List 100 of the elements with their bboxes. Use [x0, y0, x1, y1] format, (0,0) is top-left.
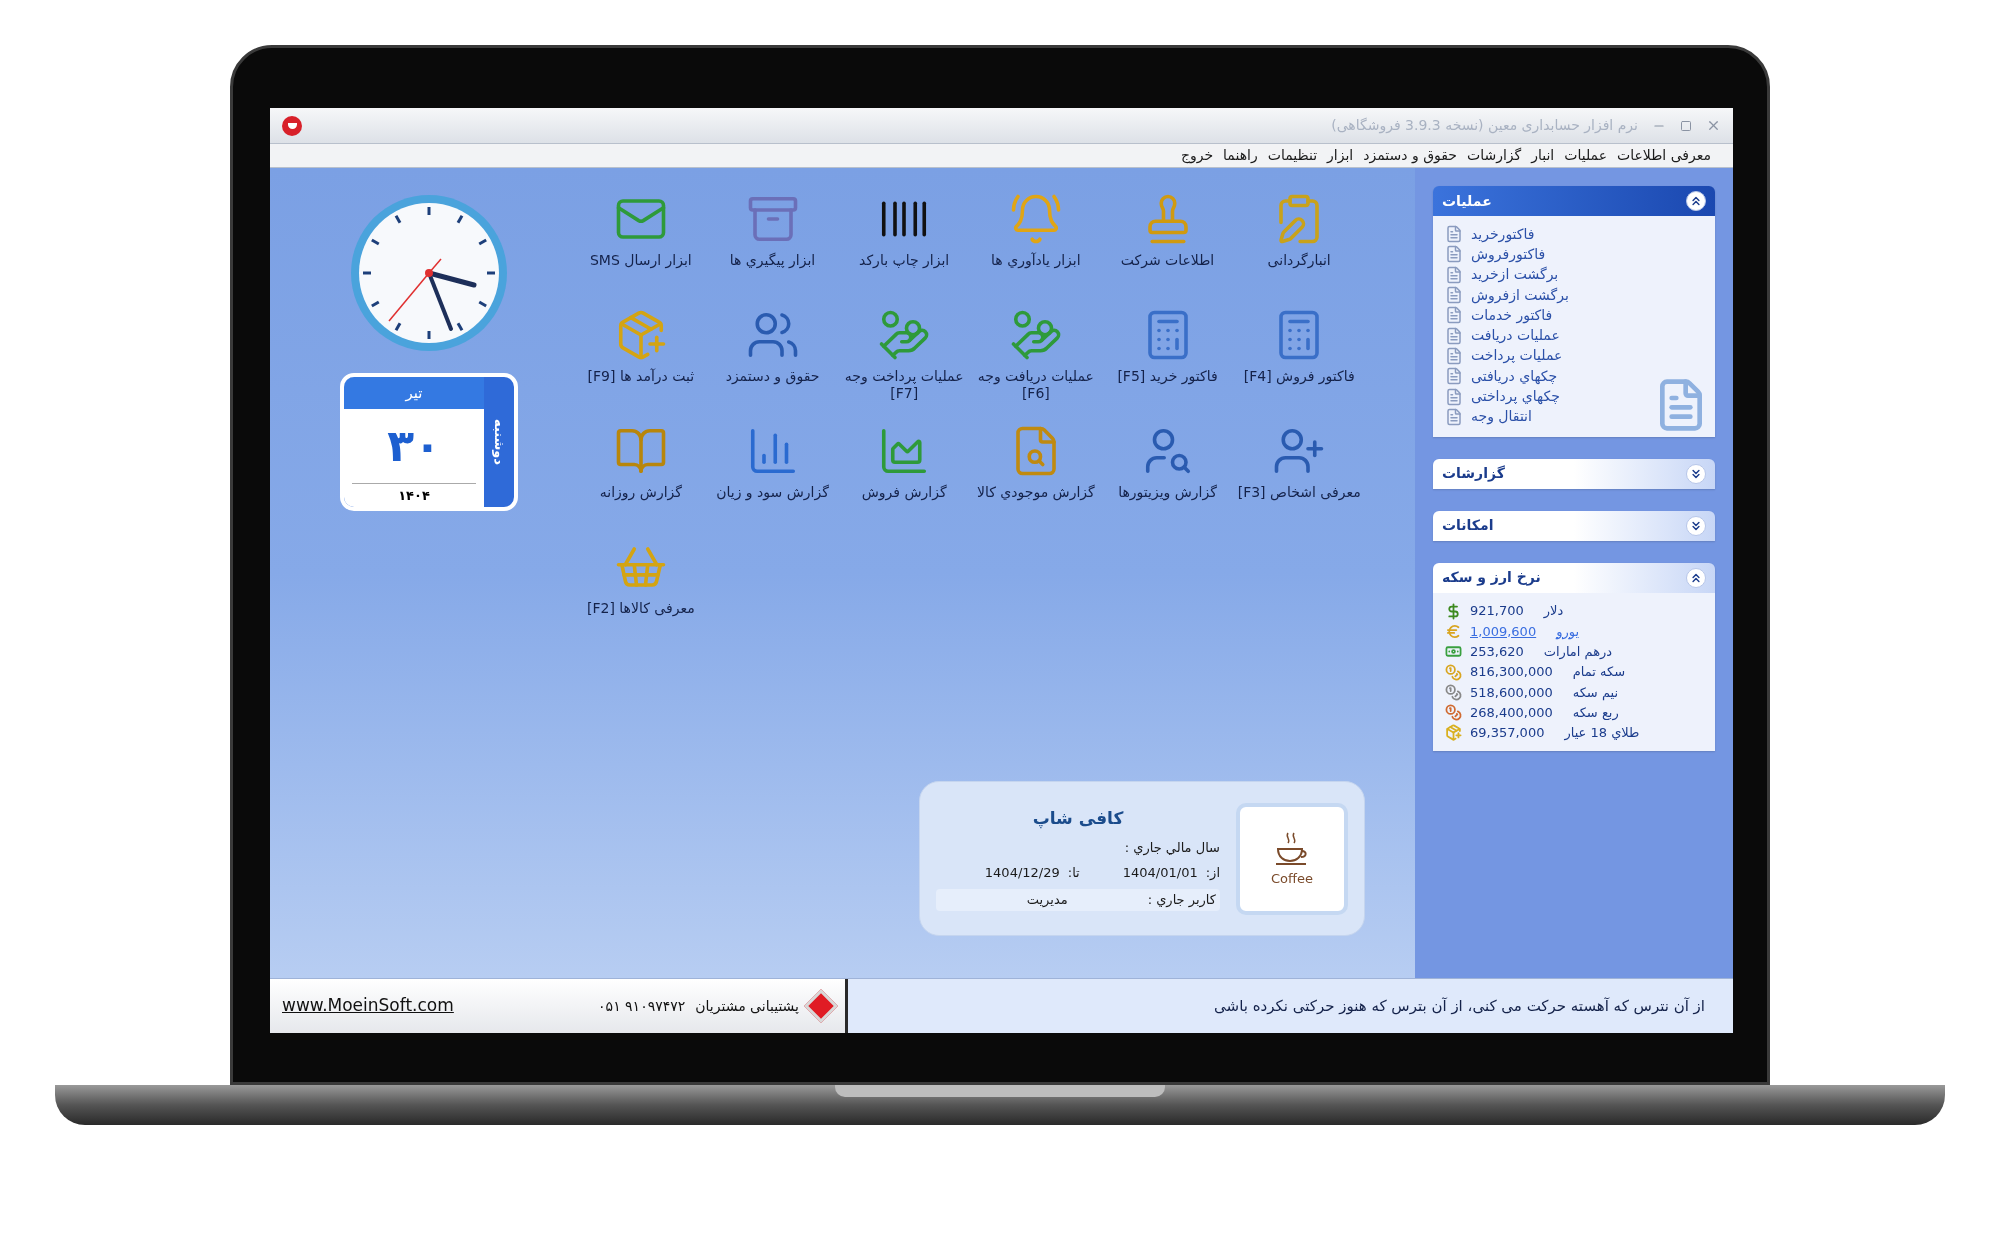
shortcut-item[interactable]: گزارش فروش — [838, 420, 970, 536]
panel-header[interactable]: امکانات — [1433, 510, 1715, 541]
panel-link[interactable]: فاکتورفروش — [1471, 243, 1546, 265]
shortcut-item[interactable]: ابزار پیگیري ها — [706, 188, 839, 304]
panel-title: نرخ ارز و سکه — [1442, 568, 1541, 588]
shortcut-item[interactable]: ابزار چاپ بارکد — [838, 188, 970, 304]
menu-item[interactable]: راهنما — [1223, 145, 1258, 166]
rate-value: 69,357,000 — [1470, 724, 1545, 743]
shortcut-item[interactable]: گزارش روزانه — [575, 420, 707, 536]
to-date: 1404/12/29 — [984, 864, 1060, 883]
panel-header[interactable]: عملیات — [1433, 186, 1715, 216]
rate-name: ربع سکه — [1572, 703, 1619, 723]
shortcut-label: اطلاعات شرکت — [1119, 252, 1216, 269]
rate-value: 921,700 — [1470, 602, 1524, 621]
shortcut-item[interactable]: عملیات دریافت وجه [F6] — [970, 304, 1102, 420]
shortcut-label: فاکتور خرید [F5] — [1116, 368, 1219, 385]
collapse-icon[interactable] — [1686, 191, 1706, 211]
user-label: کاربر جاري : — [1147, 891, 1216, 910]
shortcut-label: عملیات دریافت وجه [F6] — [976, 368, 1095, 402]
collapse-icon[interactable] — [1686, 567, 1706, 588]
calendar-day: ۳۰ — [344, 409, 484, 483]
shortcut-label: گزارش فروش — [860, 484, 948, 501]
panel-link[interactable]: چکهاي پرداختی — [1471, 386, 1560, 408]
shortcut-item[interactable]: فاکتور فروش [F4] — [1233, 304, 1365, 420]
menu-item[interactable]: معرفی اطلاعات — [1617, 145, 1711, 166]
to-label: تا: — [1067, 864, 1080, 883]
maximize-icon[interactable] — [1680, 119, 1692, 132]
coins-icon — [1445, 683, 1462, 701]
rate-value: 253,620 — [1470, 642, 1524, 661]
shortcut-item[interactable]: حقوق و دستمزد — [706, 304, 839, 420]
panel-header[interactable]: گزارشات — [1433, 458, 1715, 489]
menu-item[interactable]: عملیات — [1564, 145, 1607, 166]
shortcut-item[interactable]: گزارش موجودي کالا — [970, 420, 1102, 536]
shortcut-item[interactable]: ثبت درآمد ها [F9] — [575, 304, 707, 420]
calendar-month: تیر — [344, 377, 484, 409]
menu-item[interactable]: تنظیمات — [1267, 145, 1318, 166]
rate-value: 816,300,000 — [1470, 663, 1553, 682]
expand-icon[interactable] — [1686, 463, 1706, 484]
shortcut-item[interactable]: عملیات پرداخت وجه [F7] — [838, 304, 970, 420]
panel-link[interactable]: فاکتور خدمات — [1471, 304, 1553, 326]
panel-link[interactable]: برگشت ازفروش — [1471, 284, 1569, 306]
shortcut-item[interactable]: معرفی اشخاص [F3] — [1233, 420, 1365, 536]
shortcut-item[interactable]: ابزار ارسال SMS — [575, 188, 707, 304]
menu-item[interactable]: گزارشات — [1467, 145, 1522, 166]
shortcut-label: گزارش سود و زیان — [715, 484, 830, 501]
document-icon — [1445, 407, 1463, 426]
logo-text: Coffee — [1271, 869, 1313, 888]
shortcut-label: گزارش روزانه — [598, 484, 683, 501]
shortcut-item[interactable]: معرفی کالاها [F2] — [575, 536, 707, 652]
panel-link[interactable]: فاکتورخرید — [1471, 223, 1535, 245]
euro-icon — [1445, 622, 1462, 640]
rate-name: سکه تمام — [1572, 663, 1626, 682]
shortcut-label: عملیات پرداخت وجه [F7] — [843, 368, 965, 402]
panel-link[interactable]: عملیات پرداخت — [1471, 345, 1563, 367]
rate-name: دلار — [1543, 602, 1564, 621]
shortcut-label: فاکتور فروش [F4] — [1242, 368, 1356, 385]
shortcut-label: ابزار چاپ بارکد — [858, 252, 951, 269]
shortcut-label: حقوق و دستمزد — [724, 368, 821, 385]
menu-item[interactable]: خروج — [1180, 145, 1214, 166]
website-link[interactable]: www.MoeinSoft.com — [282, 993, 454, 1019]
shortcut-label: ثبت درآمد ها [F9] — [586, 368, 696, 385]
menu-item[interactable]: حقوق و دستمزد — [1363, 145, 1457, 166]
shortcut-label: ابزار ارسال SMS — [588, 252, 693, 269]
menu-item[interactable]: انبار — [1531, 145, 1555, 166]
rate-value: 268,400,000 — [1470, 703, 1553, 722]
fiscal-year-label: سال مالي جاري : — [1123, 838, 1220, 858]
document-icon — [1445, 286, 1463, 305]
document-icon — [1445, 306, 1463, 325]
calendar-year: ۱۴۰۴ — [352, 483, 476, 507]
rate-value: 1,009,600 — [1470, 622, 1537, 641]
rate-name: درهم امارات — [1543, 642, 1613, 662]
shortcut-item[interactable]: فاکتور خرید [F5] — [1101, 304, 1234, 420]
support-label: پشتیبانی مشتریان — [695, 996, 799, 1017]
panel-link[interactable]: انتقال وجه — [1471, 406, 1532, 428]
expand-icon[interactable] — [1686, 515, 1706, 536]
panel-link[interactable]: عملیات دریافت — [1471, 325, 1560, 347]
panel-link[interactable]: چکهاي دریافتی — [1471, 365, 1558, 387]
document-icon — [1445, 225, 1463, 244]
close-icon[interactable] — [1706, 118, 1721, 133]
panel-title: عملیات — [1442, 191, 1492, 211]
panel-header[interactable]: نرخ ارز و سکه — [1433, 562, 1715, 593]
rate-name: طلاي 18 عیار — [1564, 724, 1640, 743]
shortcut-label: معرفی اشخاص [F3] — [1236, 484, 1362, 501]
menu-item[interactable]: ابزار — [1327, 145, 1354, 166]
calendar-weekday: دوشنبه — [490, 418, 508, 465]
company-name: کافی شاپ — [1031, 807, 1125, 831]
document-icon — [1445, 326, 1463, 345]
shortcut-item[interactable]: گزارش ویزیتورها — [1101, 420, 1234, 536]
panel-link[interactable]: برگشت ازخرید — [1471, 264, 1559, 286]
document-icon — [1445, 367, 1463, 386]
shortcut-item[interactable]: ابزار يادآوري ها — [970, 188, 1102, 304]
shortcut-label: ابزار پیگیري ها — [728, 252, 817, 269]
shortcut-item[interactable]: انبارگردانی — [1233, 188, 1365, 304]
coins-icon — [1445, 663, 1462, 681]
document-icon — [1445, 245, 1463, 264]
dollar-icon — [1445, 602, 1462, 620]
panel-title: امکانات — [1442, 516, 1494, 536]
shortcut-item[interactable]: گزارش سود و زیان — [706, 420, 839, 536]
from-label: از: — [1205, 864, 1220, 883]
shortcut-item[interactable]: اطلاعات شرکت — [1101, 188, 1234, 304]
